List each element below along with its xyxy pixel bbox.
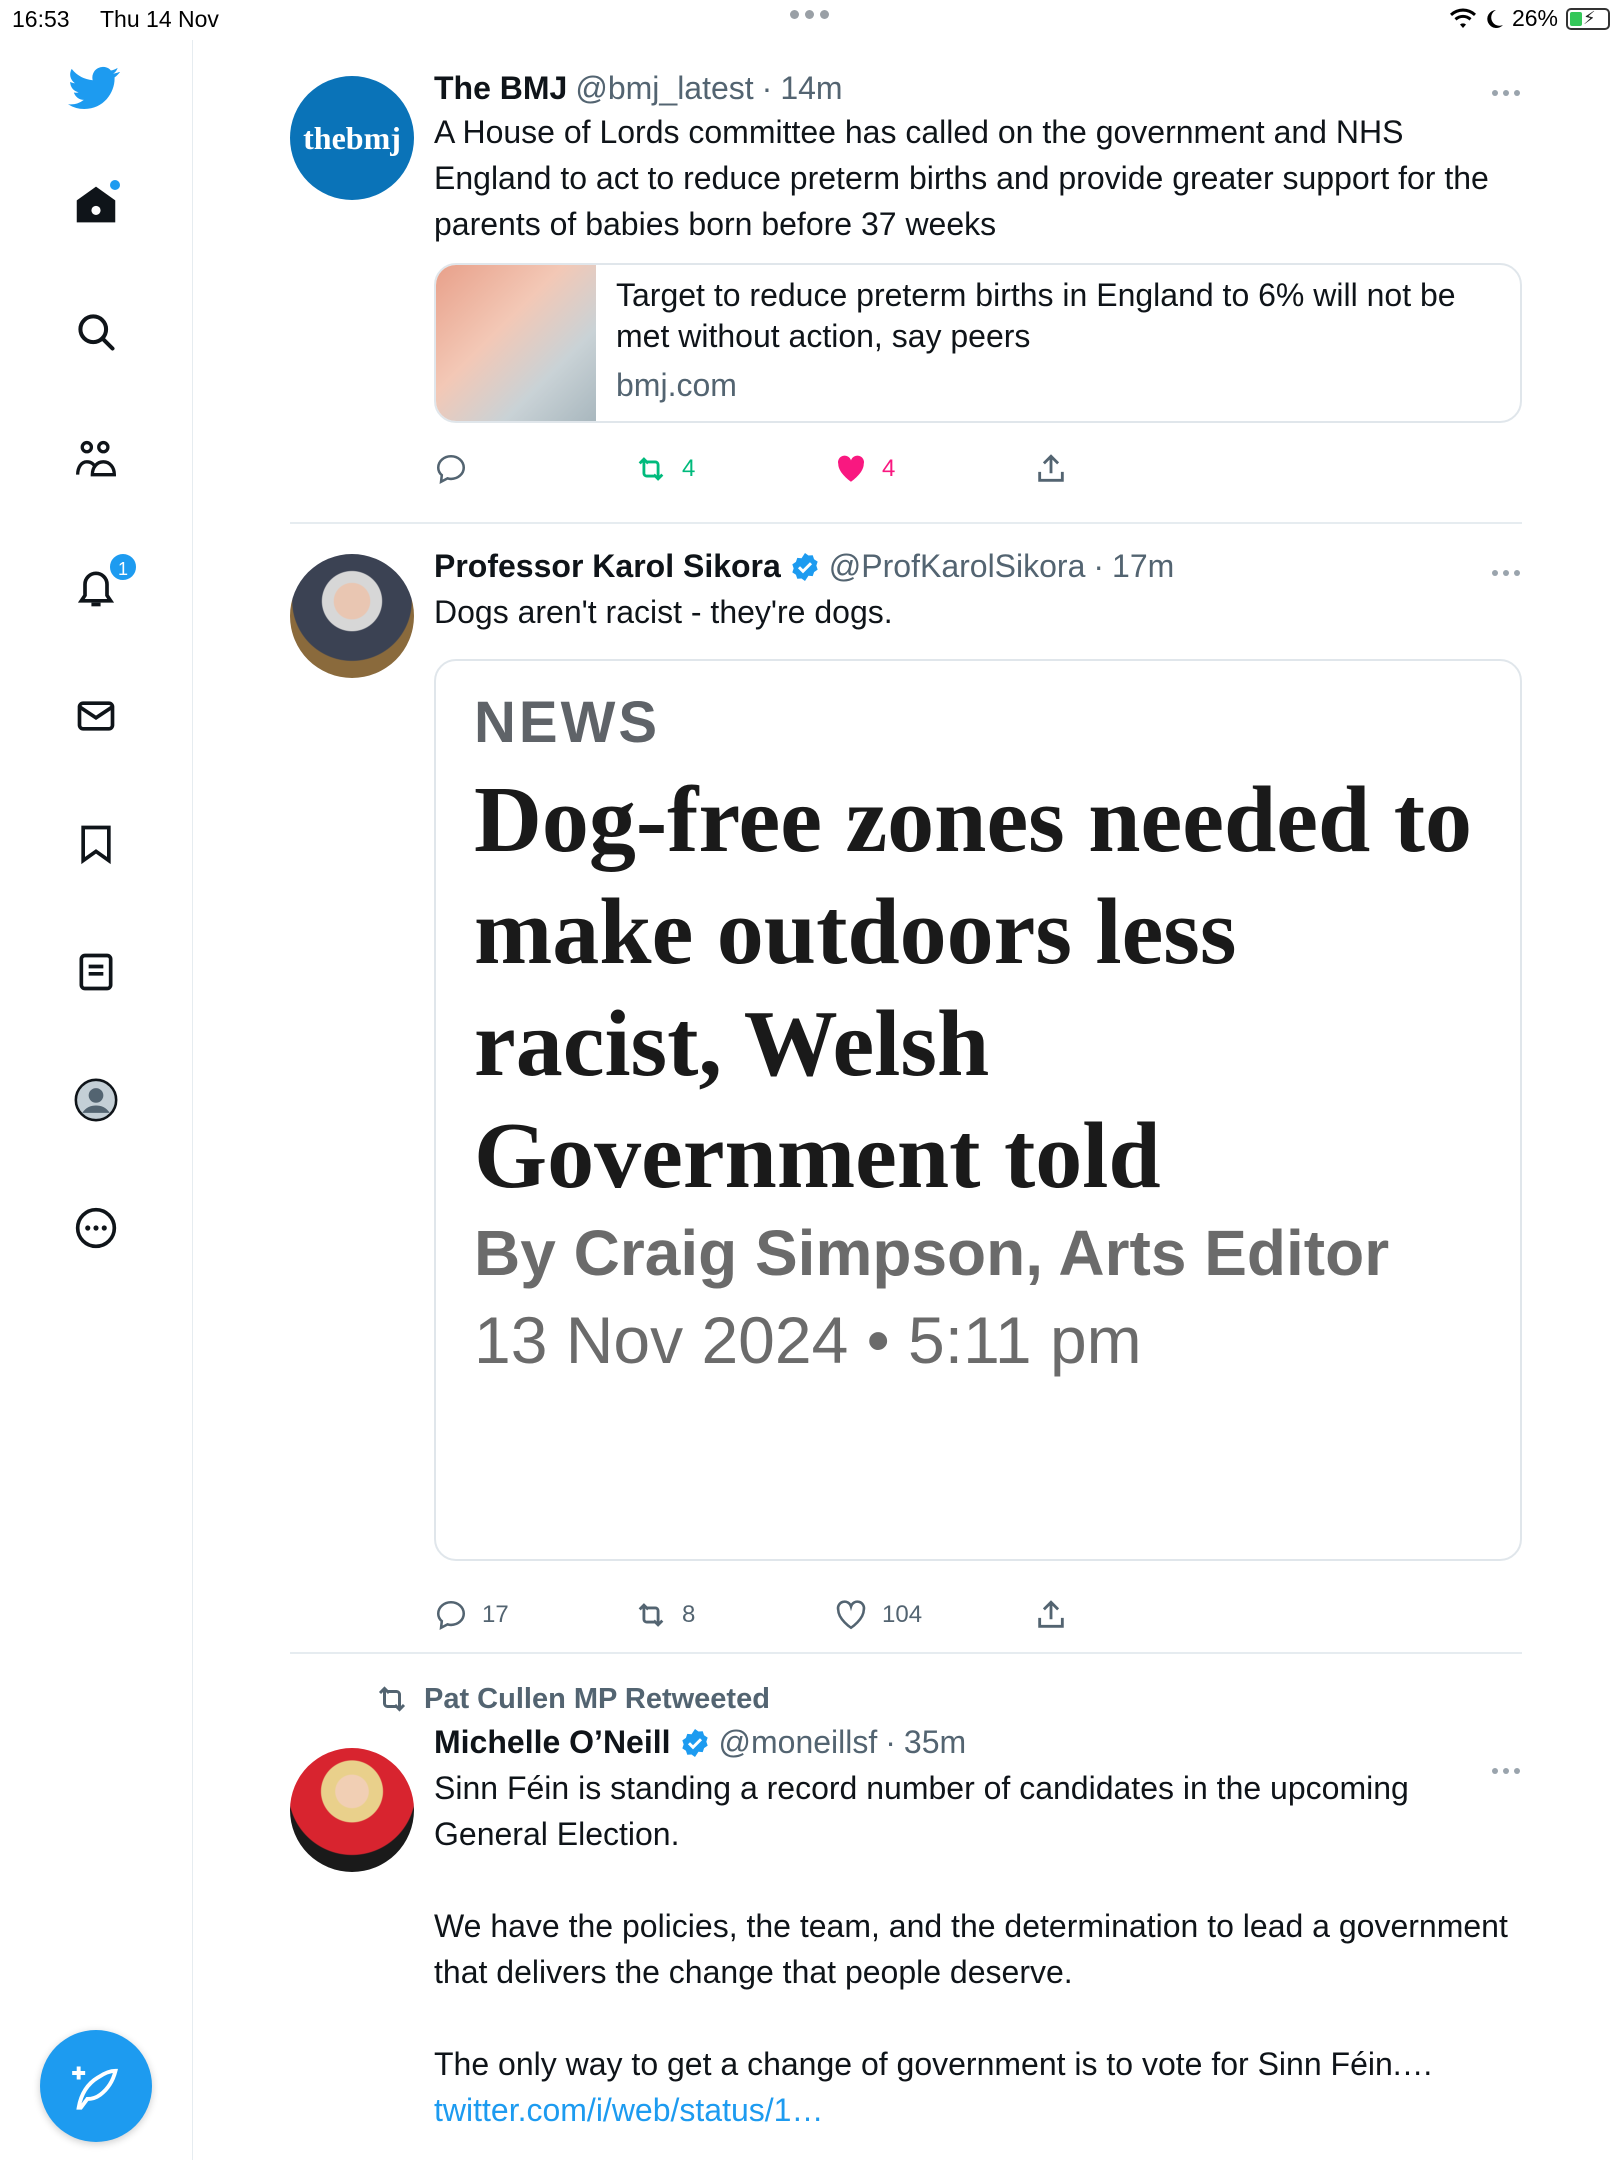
author-handle[interactable]: @ProfKarolSikora xyxy=(829,548,1086,585)
tweet-header: The BMJ @bmj_latest · 14m xyxy=(434,70,843,107)
share-button[interactable] xyxy=(1034,452,1234,486)
tweet-actions: 17 8 104 xyxy=(434,1575,1522,1655)
tweet-header: Professor Karol Sikora @ProfKarolSikora … xyxy=(434,548,1175,585)
reply-icon xyxy=(436,454,466,485)
author-name[interactable]: The BMJ xyxy=(434,70,567,107)
status-bar: 16:53 Thu 14 Nov 26% ⚡ xyxy=(0,0,1620,40)
retweet-count: 4 xyxy=(682,455,696,482)
retweet-button[interactable]: 8 xyxy=(634,1598,834,1632)
retweet-icon xyxy=(378,1686,406,1712)
battery-percent: 26% xyxy=(1511,5,1558,31)
like-count: 4 xyxy=(882,455,896,482)
avatar[interactable] xyxy=(290,554,414,678)
tweet-time[interactable]: 35m xyxy=(904,1724,966,1761)
compose-feather-icon xyxy=(72,2066,118,2110)
bookmarks-icon[interactable] xyxy=(70,818,122,870)
tweet-more-icon[interactable] xyxy=(1492,1768,1520,1774)
image-byline: By Craig Simpson, Arts Editor xyxy=(474,1217,1390,1289)
share-icon xyxy=(1038,454,1064,482)
tweet-time[interactable]: 14m xyxy=(780,70,842,107)
battery-icon: ⚡ xyxy=(1566,7,1610,30)
author-handle[interactable]: @bmj_latest xyxy=(575,70,753,107)
timeline: thebmj The BMJ @bmj_latest · 14m A House… xyxy=(290,44,1522,2160)
retweet-icon xyxy=(638,1603,664,1627)
tweet-text: Dogs aren't racist - they're dogs. xyxy=(434,594,893,630)
link-card-title: Target to reduce preterm births in Engla… xyxy=(616,277,1456,354)
bmj-logo: thebmj xyxy=(303,119,401,156)
image-headline: Dog-free zones needed to make outdoors l… xyxy=(474,768,1473,1208)
like-button[interactable]: 4 xyxy=(834,452,1034,486)
link-card-domain: bmj.com xyxy=(616,367,737,403)
tweet-image[interactable]: NEWS Dog-free zones needed to make outdo… xyxy=(434,659,1522,1561)
status-date: Thu 14 Nov xyxy=(100,6,219,32)
wifi-icon xyxy=(1449,8,1476,28)
status-time: 16:53 xyxy=(12,6,70,32)
lists-icon[interactable] xyxy=(70,946,122,998)
sidebar: 1 xyxy=(0,40,193,2160)
tweet-paragraph: The only way to get a change of governme… xyxy=(434,2046,1434,2082)
retweet-button[interactable]: 4 xyxy=(634,452,834,486)
reply-icon xyxy=(436,1600,466,1631)
heart-icon xyxy=(836,1600,866,1630)
compose-tweet-button[interactable] xyxy=(40,2030,152,2142)
like-button[interactable]: 104 xyxy=(834,1598,1034,1632)
tweet-link[interactable]: twitter.com/i/web/status/1… xyxy=(434,2087,1524,2133)
author-handle[interactable]: @moneillsf xyxy=(719,1724,878,1761)
tweet-header: Michelle O’Neill @moneillsf · 35m xyxy=(434,1724,967,1761)
retweeted-by[interactable]: Pat Cullen MP Retweeted xyxy=(374,1674,1522,1724)
tweet-text: A House of Lords committee has called on… xyxy=(434,114,1489,242)
notifications-bell-icon[interactable]: 1 xyxy=(70,552,138,614)
share-icon xyxy=(1038,1600,1064,1628)
verified-badge-icon xyxy=(792,552,818,581)
tweet-more-icon[interactable] xyxy=(1492,570,1520,576)
link-card[interactable]: Target to reduce preterm births in Engla… xyxy=(434,263,1522,423)
tweet-paragraph: Sinn Féin is standing a record number of… xyxy=(434,1770,1409,1852)
verified-badge-icon xyxy=(681,1728,708,1757)
retweet-icon xyxy=(638,457,664,481)
link-card-thumbnail xyxy=(436,265,596,421)
multitasking-dots[interactable] xyxy=(790,10,829,19)
avatar[interactable]: thebmj xyxy=(290,76,414,200)
tweet-oneill[interactable]: Pat Cullen MP Retweeted Michelle O’Neill… xyxy=(290,1674,1522,2160)
profile-avatar-icon[interactable] xyxy=(70,1074,122,1126)
moon-icon xyxy=(1487,9,1503,28)
home-unread-dot xyxy=(110,180,120,190)
home-icon[interactable] xyxy=(70,178,122,230)
author-name[interactable]: Professor Karol Sikora xyxy=(434,548,781,585)
retweeted-by-text: Pat Cullen MP Retweeted xyxy=(424,1682,770,1715)
avatar[interactable] xyxy=(290,1748,414,1872)
tweet-sikora[interactable]: Professor Karol Sikora @ProfKarolSikora … xyxy=(290,524,1522,1654)
messages-icon[interactable] xyxy=(70,690,122,742)
tweet-actions: 4 4 xyxy=(434,429,1522,509)
tweet-text: Sinn Féin is standing a record number of… xyxy=(434,1765,1524,2133)
search-icon[interactable] xyxy=(70,306,122,358)
share-button[interactable] xyxy=(1034,1598,1234,1632)
reply-button[interactable]: 17 xyxy=(434,1598,634,1632)
tweet-paragraph: We have the policies, the team, and the … xyxy=(434,1908,1508,1990)
more-options-icon[interactable] xyxy=(70,1202,122,1254)
communities-icon[interactable] xyxy=(70,434,122,486)
like-count: 104 xyxy=(882,1601,923,1628)
twitter-logo-icon[interactable] xyxy=(68,62,120,114)
tweet-more-icon[interactable] xyxy=(1492,90,1520,96)
image-date: 13 Nov 2024 • 5:11 pm xyxy=(474,1303,1142,1377)
status-right: 26% ⚡ xyxy=(1449,5,1610,32)
notifications-badge: 1 xyxy=(108,552,138,582)
reply-button[interactable] xyxy=(434,452,634,486)
author-name[interactable]: Michelle O’Neill xyxy=(434,1724,671,1761)
reply-count: 17 xyxy=(482,1601,509,1628)
image-news-label: NEWS xyxy=(474,690,660,755)
heart-filled-icon xyxy=(838,455,864,482)
retweet-count: 8 xyxy=(682,1601,696,1628)
tweet-time[interactable]: 17m xyxy=(1112,548,1174,585)
tweet-bmj[interactable]: thebmj The BMJ @bmj_latest · 14m A House… xyxy=(290,44,1522,524)
